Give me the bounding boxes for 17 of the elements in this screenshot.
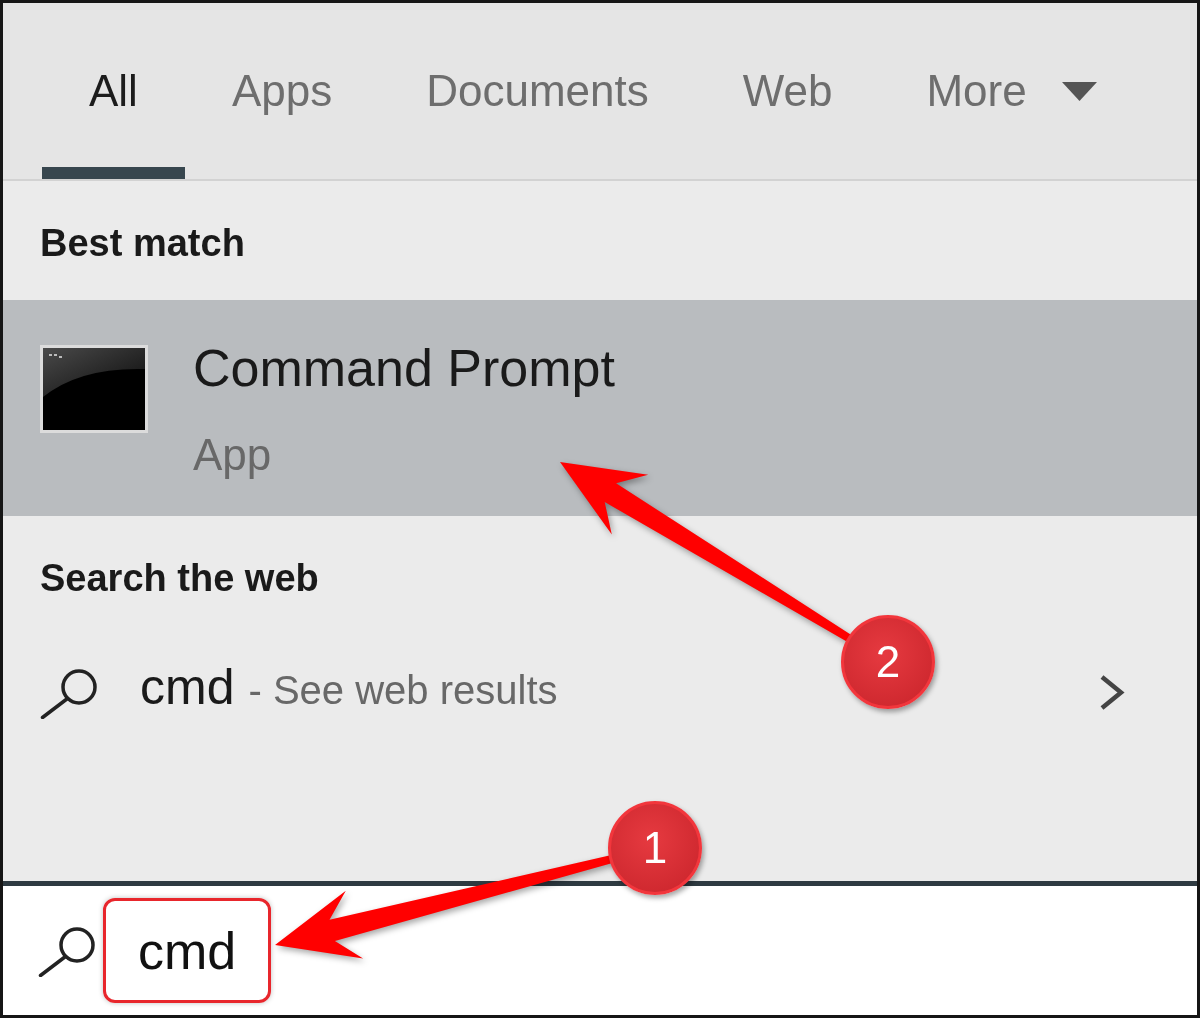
result-subtitle: App xyxy=(193,430,272,480)
tab[interactable]: More xyxy=(879,3,1144,179)
terminal-icon xyxy=(40,345,148,433)
search-icon xyxy=(40,666,99,719)
search-field[interactable]: cmd xyxy=(3,886,1197,1015)
tab[interactable]: Apps xyxy=(184,3,380,179)
search-icon xyxy=(38,924,97,977)
tab[interactable]: All xyxy=(42,3,185,179)
result-title: Command Prompt xyxy=(193,338,615,398)
chevron-icon xyxy=(1098,674,1125,711)
tab[interactable]: Web xyxy=(695,3,880,179)
search-result[interactable]: Command Prompt App xyxy=(3,300,1197,516)
result-text[interactable]: cmd - See web results xyxy=(140,656,558,729)
tab[interactable]: Documents xyxy=(379,3,696,179)
section-heading: Search the web xyxy=(40,556,319,601)
search-text: cmd xyxy=(138,920,237,981)
section-heading: Best match xyxy=(40,221,245,266)
